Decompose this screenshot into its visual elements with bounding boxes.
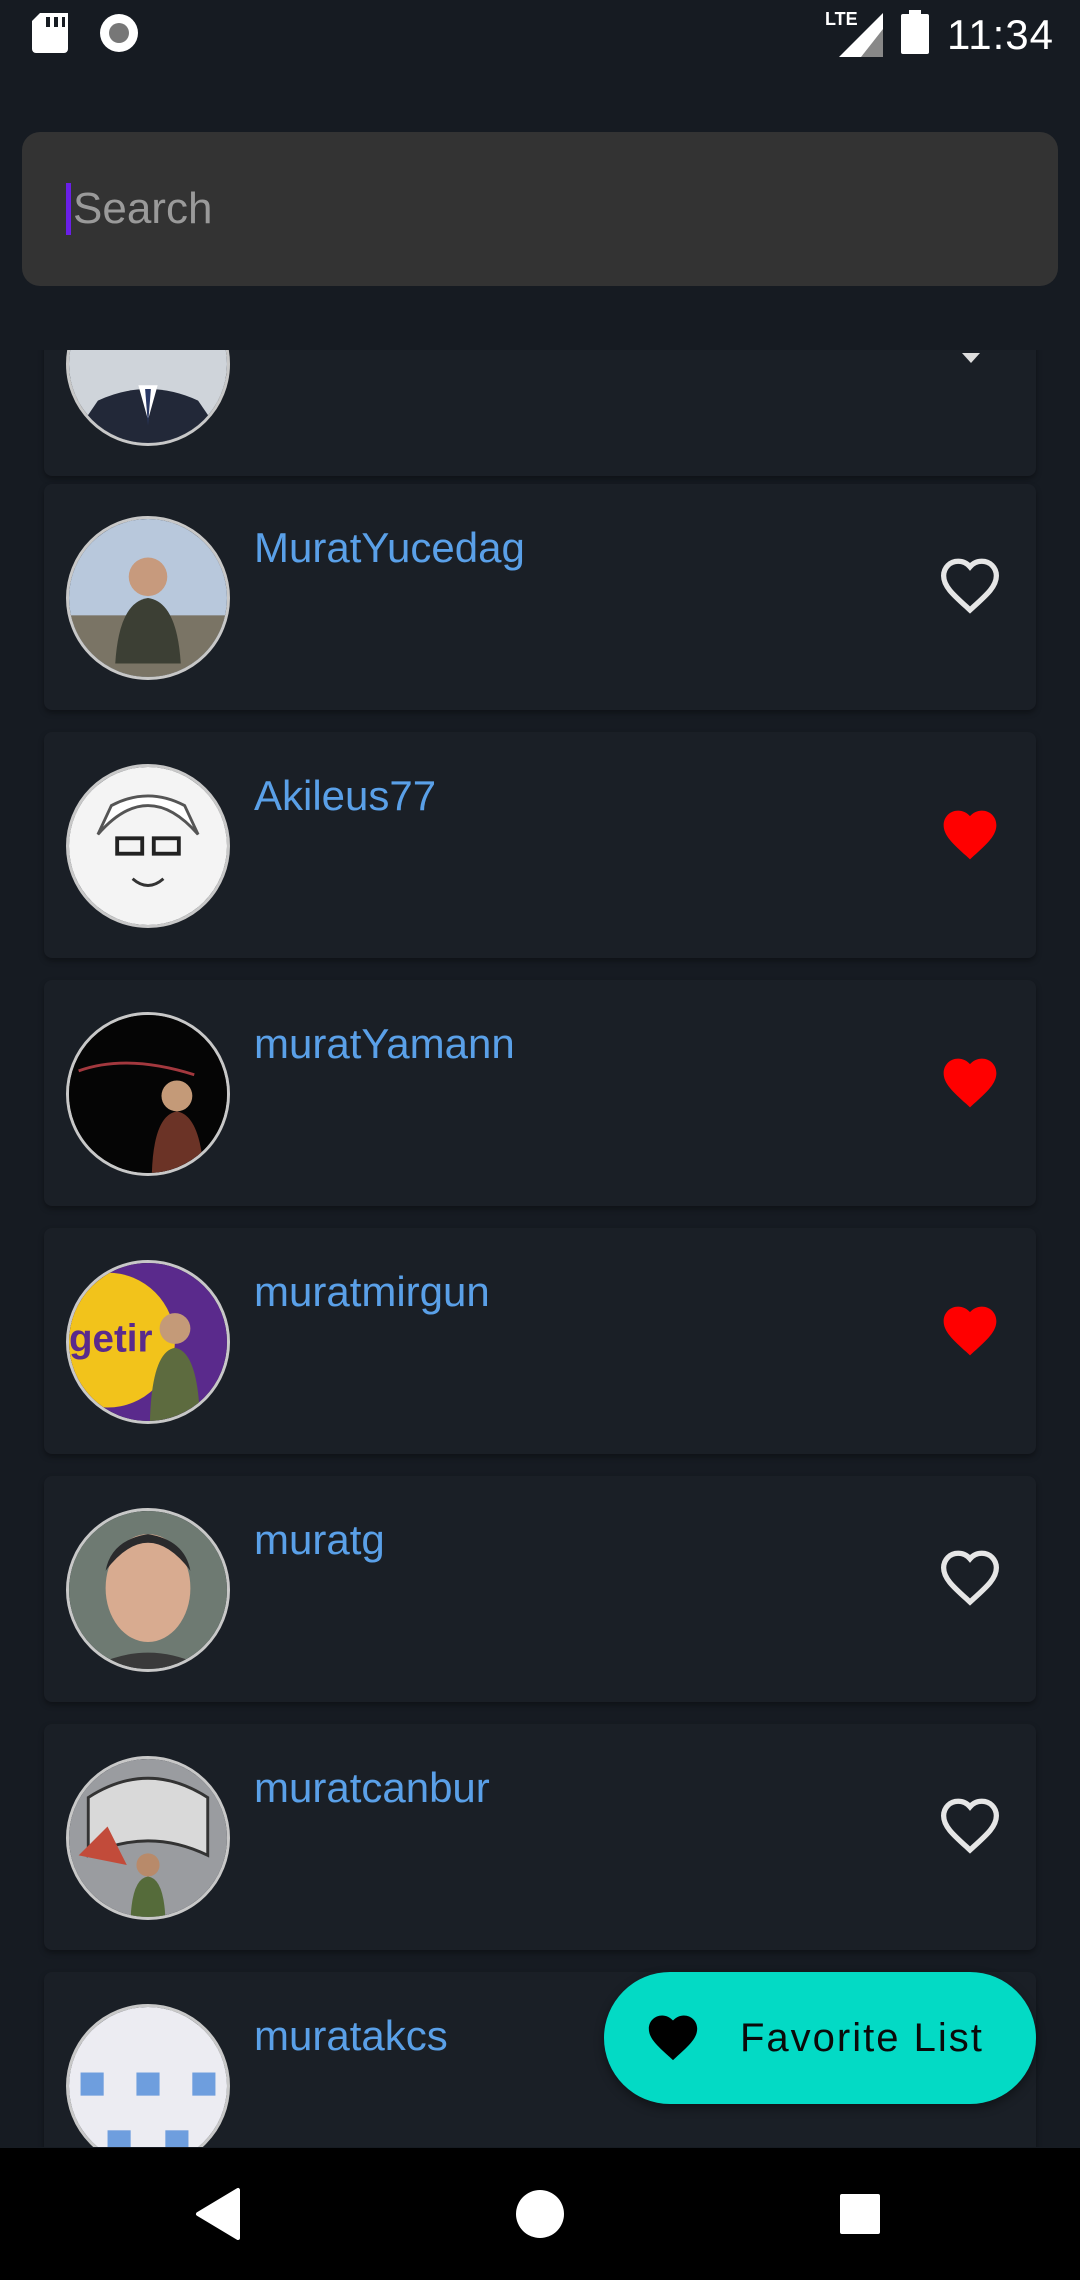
status-bar: LTE 11:34 xyxy=(0,0,1080,66)
user-card[interactable]: getir muratmirgun xyxy=(44,1228,1036,1454)
search-input[interactable] xyxy=(73,184,973,234)
user-card[interactable]: muratcanbur xyxy=(44,1724,1036,1950)
user-card[interactable]: muratg xyxy=(44,1476,1036,1702)
favorite-heart-filled-icon[interactable] xyxy=(938,804,1002,862)
username[interactable]: muratakcs xyxy=(254,2012,448,2060)
system-nav-bar xyxy=(0,2148,1080,2280)
sd-card-icon xyxy=(32,13,68,58)
user-avatar xyxy=(66,764,230,928)
favorite-heart-outline-icon[interactable] xyxy=(938,1548,1002,1606)
user-avatar xyxy=(66,350,230,446)
home-icon[interactable] xyxy=(508,2182,572,2246)
heart-icon xyxy=(644,2009,702,2068)
username[interactable]: muratYamann xyxy=(254,1020,515,1068)
status-time: 11:34 xyxy=(947,10,1054,58)
user-card[interactable]: Akileus77 xyxy=(44,732,1036,958)
search-bar[interactable] xyxy=(22,132,1058,286)
recents-icon[interactable] xyxy=(828,2182,892,2246)
network-label: LTE xyxy=(825,8,858,29)
user-avatar xyxy=(66,1756,230,1920)
favorite-heart-outline-icon[interactable] xyxy=(938,556,1002,614)
user-avatar xyxy=(66,1012,230,1176)
username[interactable]: muratg xyxy=(254,1516,385,1564)
username[interactable]: Akileus77 xyxy=(254,772,436,820)
user-list[interactable]: MuratYucedag Akileus77 muratYamann getir… xyxy=(0,350,1080,2147)
record-icon xyxy=(98,12,140,59)
back-icon[interactable] xyxy=(190,2182,254,2246)
app-screen: LTE 11:34 MuratYuced xyxy=(0,0,1080,2280)
user-avatar xyxy=(66,1508,230,1672)
user-card[interactable]: muratYamann xyxy=(44,980,1036,1206)
user-card[interactable] xyxy=(44,350,1036,476)
user-avatar xyxy=(66,2004,230,2147)
user-avatar: getir xyxy=(66,1260,230,1424)
username[interactable]: muratcanbur xyxy=(254,1764,490,1812)
favorite-list-label: Favorite List xyxy=(740,2015,984,2060)
favorite-heart-filled-icon[interactable] xyxy=(938,1052,1002,1110)
username[interactable]: MuratYucedag xyxy=(254,524,525,572)
chevron-down-icon[interactable] xyxy=(962,350,980,368)
favorite-list-button[interactable]: Favorite List xyxy=(604,1972,1036,2104)
favorite-heart-filled-icon[interactable] xyxy=(938,1300,1002,1358)
username[interactable]: muratmirgun xyxy=(254,1268,490,1316)
user-card[interactable]: MuratYucedag xyxy=(44,484,1036,710)
svg-text:getir: getir xyxy=(69,1318,152,1361)
text-caret xyxy=(66,183,71,235)
signal-icon: LTE xyxy=(825,9,883,57)
favorite-heart-outline-icon[interactable] xyxy=(938,1796,1002,1854)
battery-icon xyxy=(901,10,929,59)
user-avatar xyxy=(66,516,230,680)
